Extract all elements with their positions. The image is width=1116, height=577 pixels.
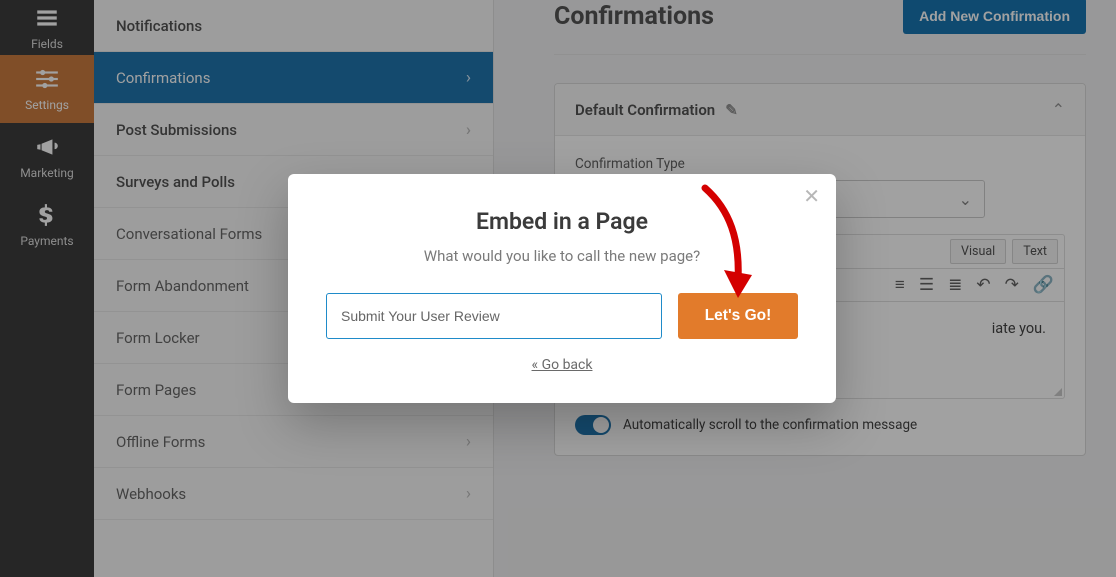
go-back-link[interactable]: « Go back: [326, 357, 798, 373]
embed-modal: ✕ Embed in a Page What would you like to…: [288, 174, 836, 403]
modal-title: Embed in a Page: [326, 208, 798, 235]
close-icon[interactable]: ✕: [803, 184, 820, 208]
modal-input-row: Let's Go!: [326, 293, 798, 339]
lets-go-button[interactable]: Let's Go!: [678, 293, 798, 339]
page-name-input[interactable]: [326, 293, 662, 339]
modal-subtitle: What would you like to call the new page…: [326, 247, 798, 265]
